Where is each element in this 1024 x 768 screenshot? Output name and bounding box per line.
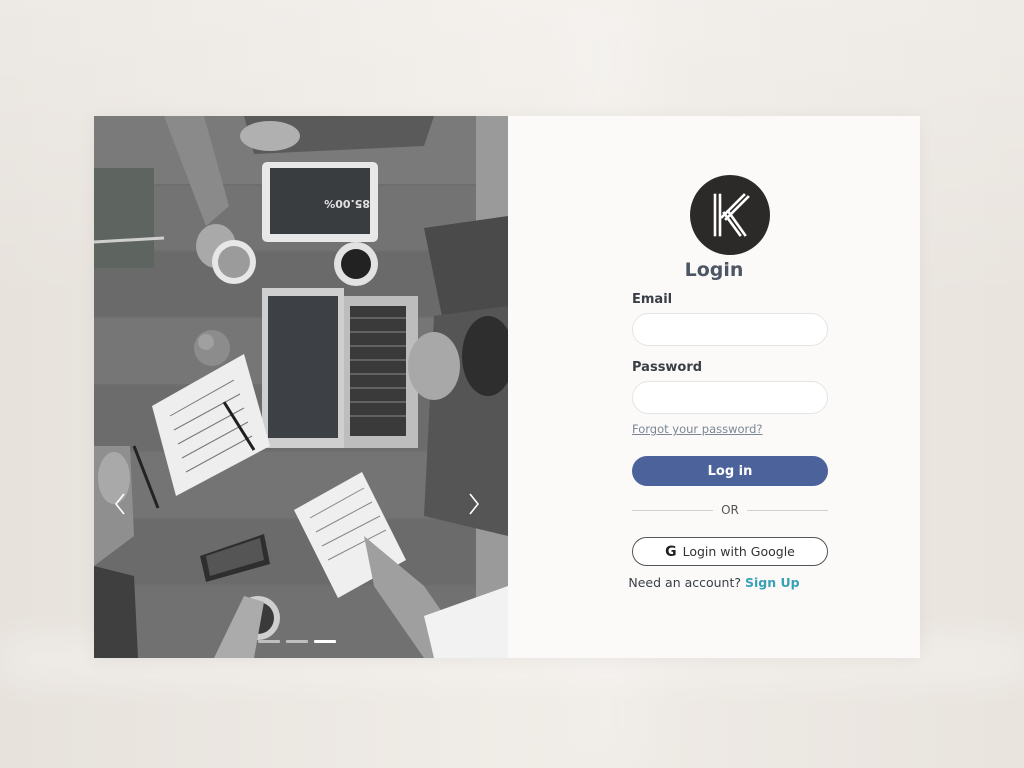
k-logo-icon: [690, 175, 770, 255]
login-form-panel: Login Email Password Forgot your passwor…: [508, 116, 920, 658]
chevron-left-icon: [114, 493, 125, 515]
svg-text:85.00%: 85.00%: [324, 197, 370, 210]
or-divider: OR: [632, 503, 829, 517]
hero-image-carousel: 85.00%: [94, 116, 508, 658]
carousel-next-button[interactable]: [462, 490, 486, 518]
carousel-dot[interactable]: [258, 640, 280, 643]
chevron-right-icon: [469, 493, 480, 515]
password-field[interactable]: [632, 381, 828, 414]
need-account-text: Need an account?: [628, 575, 742, 590]
email-label: Email: [632, 292, 673, 307]
password-label: Password: [632, 360, 703, 375]
google-login-label: Login with Google: [682, 544, 795, 559]
page-title: Login: [684, 259, 744, 281]
carousel-dot[interactable]: [286, 640, 308, 643]
carousel-indicators: [258, 640, 336, 643]
or-text: OR: [721, 503, 739, 517]
google-icon: G: [665, 543, 677, 560]
google-login-button[interactable]: G Login with Google: [632, 537, 828, 566]
signup-prompt: Need an account? Sign Up: [508, 575, 920, 590]
carousel-prev-button[interactable]: [108, 490, 132, 518]
login-button[interactable]: Log in: [632, 456, 828, 486]
team-meeting-photo: 85.00%: [94, 116, 508, 658]
forgot-password-link[interactable]: Forgot your password?: [632, 422, 762, 436]
signup-link[interactable]: Sign Up: [745, 575, 800, 590]
divider-line: [746, 509, 829, 511]
login-card: 85.00% Login Email Password Forgot your …: [94, 116, 920, 658]
carousel-dot-active[interactable]: [314, 640, 336, 643]
divider-line: [632, 509, 714, 511]
email-field[interactable]: [632, 313, 828, 346]
